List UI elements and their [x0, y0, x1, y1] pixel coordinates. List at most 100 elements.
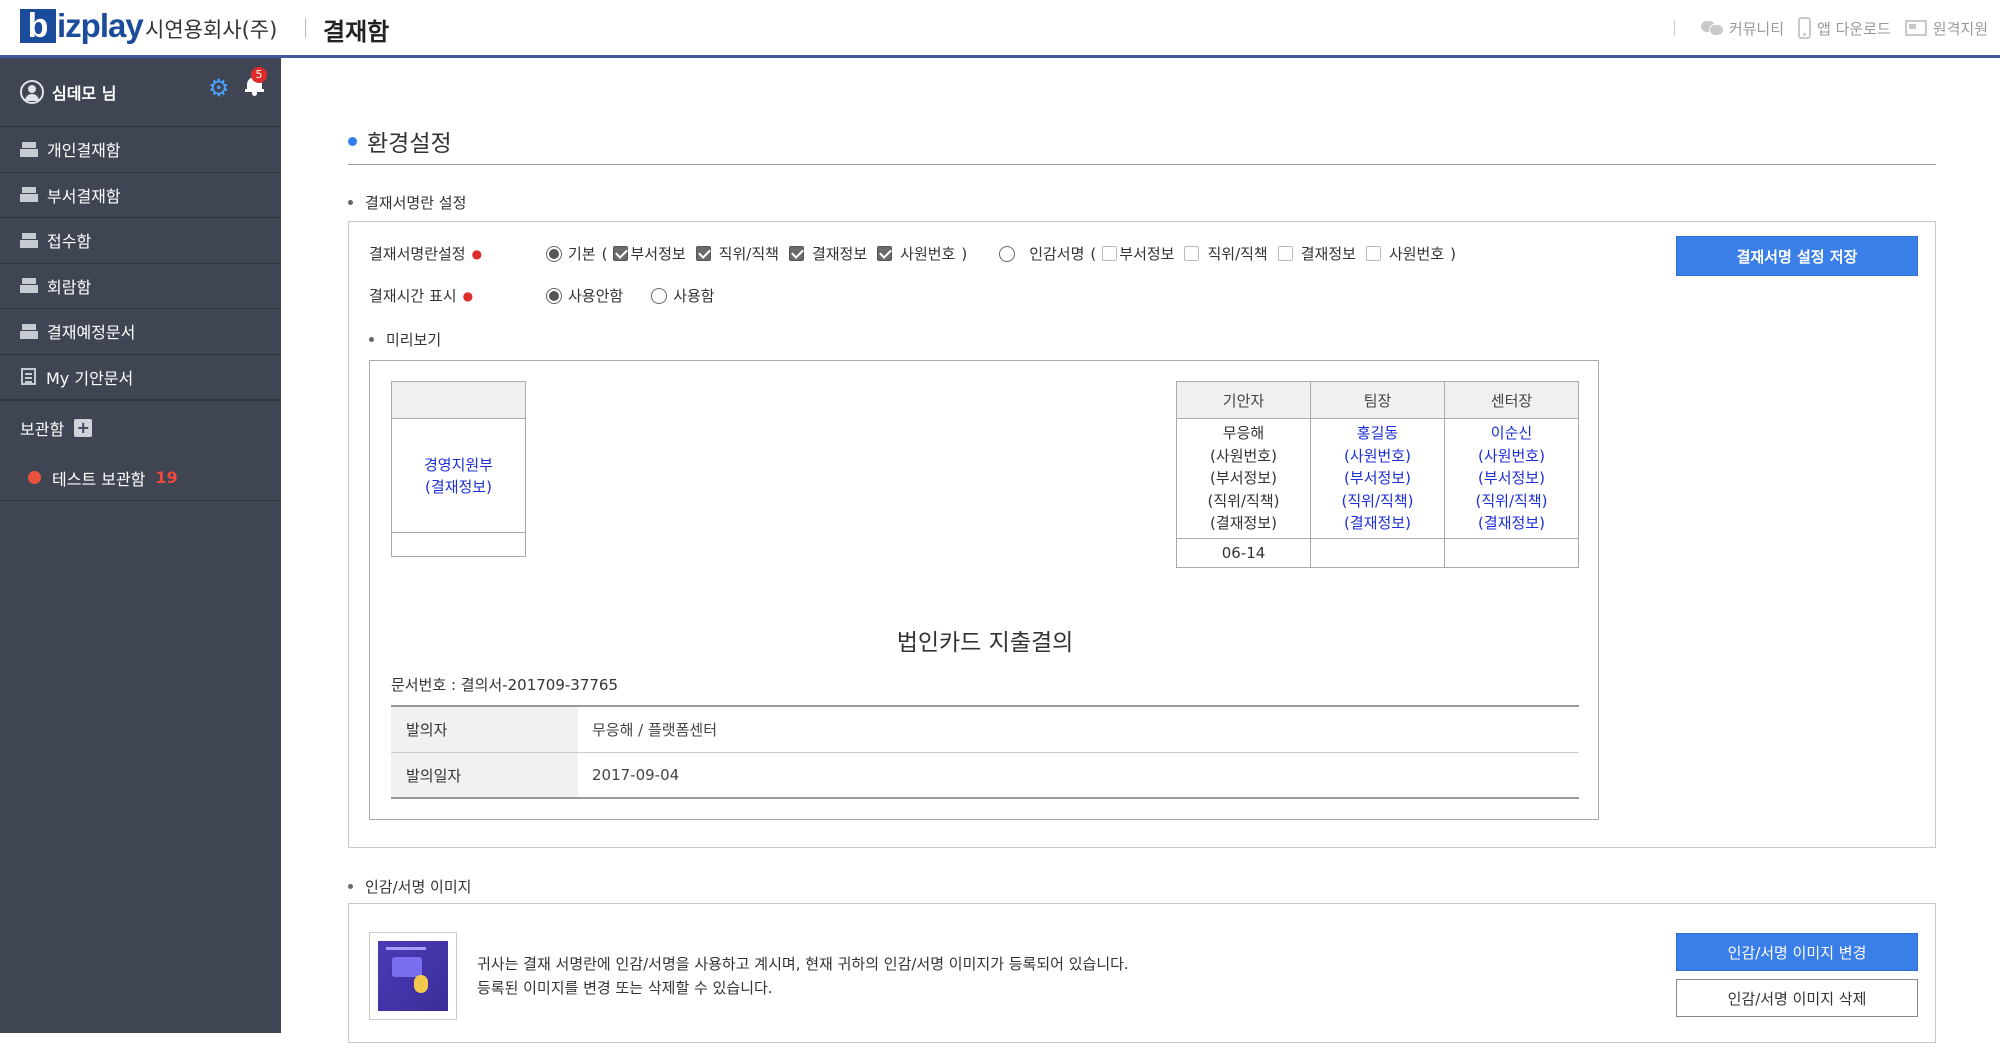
check-label: 부서정보 [630, 245, 686, 263]
seal-description-line2: 등록된 이미지를 변경 또는 삭제할 수 있습니다. [477, 979, 773, 997]
department-box: 경영지원부 (결재정보) [391, 381, 526, 557]
department-name: 경영지원부 [423, 455, 493, 474]
team-lead-sign-cell: 홍길동 (사원번호) (부서정보) (직위/직책) (결재정보) [1310, 418, 1445, 539]
option-time-on[interactable]: 사용함 [651, 285, 715, 306]
check-label: 결재정보 [811, 245, 868, 263]
community-label: 커뮤니티 [1728, 19, 1785, 38]
logo-text: izplay [57, 7, 144, 44]
radio-time-off[interactable] [546, 287, 562, 304]
option-basic-label: 기본 [568, 245, 596, 263]
checkbox-basic-approval[interactable] [788, 246, 804, 261]
check-label: 결재정보 [1300, 245, 1356, 263]
remote-support-link[interactable]: 원격지원 [1904, 18, 1988, 39]
bizplay-logo[interactable]: b izplay [20, 7, 144, 44]
section-bullet [348, 884, 353, 889]
community-link[interactable]: 커뮤니티 [1700, 18, 1785, 39]
time-off-label: 사용안함 [568, 287, 624, 305]
storage-box-item[interactable]: 테스트 보관함 19 [0, 455, 281, 501]
sidebar-item-personal[interactable]: 개인결재함 [0, 127, 281, 173]
check-label: 직위/직책 [718, 245, 779, 263]
info-key: 발의자 [391, 707, 578, 752]
tray-icon [20, 278, 38, 294]
app-download-label: 앱 다운로드 [1817, 19, 1891, 38]
header-links: 커뮤니티 앱 다운로드 원격지원 [1673, 17, 1988, 39]
checkbox-basic-empno[interactable] [877, 246, 893, 261]
info-key: 발의일자 [391, 753, 578, 797]
storage-box-title: 보관함 [20, 420, 65, 439]
storage-box-label: 테스트 보관함 [52, 469, 146, 489]
add-box-icon[interactable]: + [74, 419, 93, 437]
sign-preview: 경영지원부 (결재정보) 기안자 팀장 센터장 무응해 (사원번호) (부서정보… [369, 360, 1599, 820]
sidebar-item-department[interactable]: 부서결재함 [0, 173, 281, 218]
phone-icon [1798, 17, 1812, 39]
sign-type-label: 결재서명란설정 ● [369, 243, 546, 264]
user-name[interactable]: 심데모 님 [52, 80, 116, 104]
seal-description: 귀사는 결재 서명란에 인감/서명을 사용하고 계시며, 현재 귀하의 인감/서… [477, 952, 1129, 1000]
seal-image [378, 941, 448, 1011]
header-divider [305, 18, 306, 38]
option-time-off[interactable]: 사용안함 [546, 285, 623, 306]
document-title: 법인카드 지출결의 [896, 630, 1074, 656]
section-title-text: 결재서명란 설정 [365, 194, 467, 212]
main-content: 환경설정 결재서명란 설정 결재서명란설정 ● 기본 ( 부서정보 직위/직책 … [281, 58, 2000, 1043]
save-sign-settings-button[interactable]: 결재서명 설정 저장 [1676, 236, 1918, 276]
info-row: 발의일자 2017-09-04 [391, 752, 1579, 797]
document-info-table: 발의자 무응해 / 플랫폼센터 발의일자 2017-09-04 [391, 705, 1579, 799]
header-team-lead: 팀장 [1310, 381, 1445, 419]
app-download-link[interactable]: 앱 다운로드 [1798, 17, 1891, 39]
sidebar-item-circulation[interactable]: 회람함 [0, 264, 281, 309]
required-mark: ● [471, 246, 483, 261]
checkbox-seal-dept[interactable] [1102, 246, 1118, 261]
info-value: 2017-09-04 [592, 766, 680, 784]
tray-icon [20, 323, 38, 339]
seal-description-line1: 귀사는 결재 서명란에 인감/서명을 사용하고 계시며, 현재 귀하의 인감/서… [477, 955, 1129, 973]
section-title-sign: 결재서명란 설정 [348, 192, 466, 213]
user-profile: 심데모 님 ⚙ 5 [0, 58, 281, 127]
gear-icon[interactable]: ⚙ [208, 74, 230, 102]
change-seal-image-button[interactable]: 인감/서명 이미지 변경 [1676, 933, 1918, 971]
option-seal-label: 인감서명 [1029, 245, 1085, 263]
option-basic[interactable]: 기본 ( 부서정보 직위/직책 결재정보 사원번호 ) [546, 243, 973, 264]
storage-box-count: 19 [155, 468, 178, 487]
checkbox-seal-empno[interactable] [1365, 246, 1381, 261]
header-drafter: 기안자 [1176, 381, 1311, 419]
check-label: 사원번호 [1388, 245, 1445, 263]
tray-icon [20, 187, 38, 203]
radio-basic[interactable] [546, 245, 562, 262]
sidebar-item-label: 접수함 [47, 232, 92, 252]
sidebar-item-received[interactable]: 접수함 [0, 218, 281, 264]
top-header: b izplay 시연용회사(주) 결재함 커뮤니티 앱 다운로드 원격지원 [0, 0, 2000, 58]
approval-header-row: 기안자 팀장 센터장 [1176, 381, 1579, 419]
time-display-label: 결재시간 표시 ● [369, 285, 546, 306]
delete-seal-image-button[interactable]: 인감/서명 이미지 삭제 [1676, 979, 1918, 1017]
checkbox-seal-approval[interactable] [1277, 246, 1293, 261]
title-bullet [348, 136, 357, 146]
sidebar-item-my-drafts[interactable]: My 기안문서 [0, 355, 281, 400]
time-display-label-text: 결재시간 표시 [369, 287, 457, 305]
document-list-icon [21, 368, 36, 386]
approval-line-table: 기안자 팀장 센터장 무응해 (사원번호) (부서정보) (직위/직책) (결재… [1176, 381, 1579, 568]
tray-icon [20, 141, 38, 157]
app-title: 결재함 [323, 18, 390, 46]
checkbox-basic-dept[interactable] [613, 246, 629, 261]
sidebar-item-label: 개인결재함 [47, 141, 121, 161]
title-divider [348, 164, 1936, 165]
option-seal[interactable]: 인감서명 ( 부서정보 직위/직책 결재정보 사원번호 ) [999, 243, 1462, 264]
approval-sign-row: 무응해 (사원번호) (부서정보) (직위/직책) (결재정보) 홍길동 (사원… [1176, 418, 1579, 539]
check-label: 부서정보 [1119, 245, 1175, 263]
time-on-label: 사용함 [673, 287, 715, 305]
sign-type-row: 결재서명란설정 ● 기본 ( 부서정보 직위/직책 결재정보 사원번호 ) 인감… [369, 243, 1474, 264]
checkbox-seal-position[interactable] [1184, 246, 1200, 261]
sidebar-item-label: 부서결재함 [47, 186, 121, 206]
radio-time-on[interactable] [651, 287, 668, 304]
checkbox-basic-position[interactable] [695, 246, 711, 261]
seal-image-thumbnail [369, 932, 457, 1020]
company-name: 시연용회사(주) [145, 18, 278, 42]
center-head-sign-cell: 이순신 (사원번호) (부서정보) (직위/직책) (결재정보) [1444, 418, 1579, 539]
sign-settings-panel: 결재서명란설정 ● 기본 ( 부서정보 직위/직책 결재정보 사원번호 ) 인감… [348, 221, 1936, 848]
preview-title-text: 미리보기 [386, 331, 442, 349]
radio-seal[interactable] [999, 245, 1016, 262]
logo-mark: b [20, 9, 56, 43]
drafter-date: 06-14 [1176, 538, 1311, 568]
sidebar-item-scheduled[interactable]: 결재예정문서 [0, 309, 281, 355]
